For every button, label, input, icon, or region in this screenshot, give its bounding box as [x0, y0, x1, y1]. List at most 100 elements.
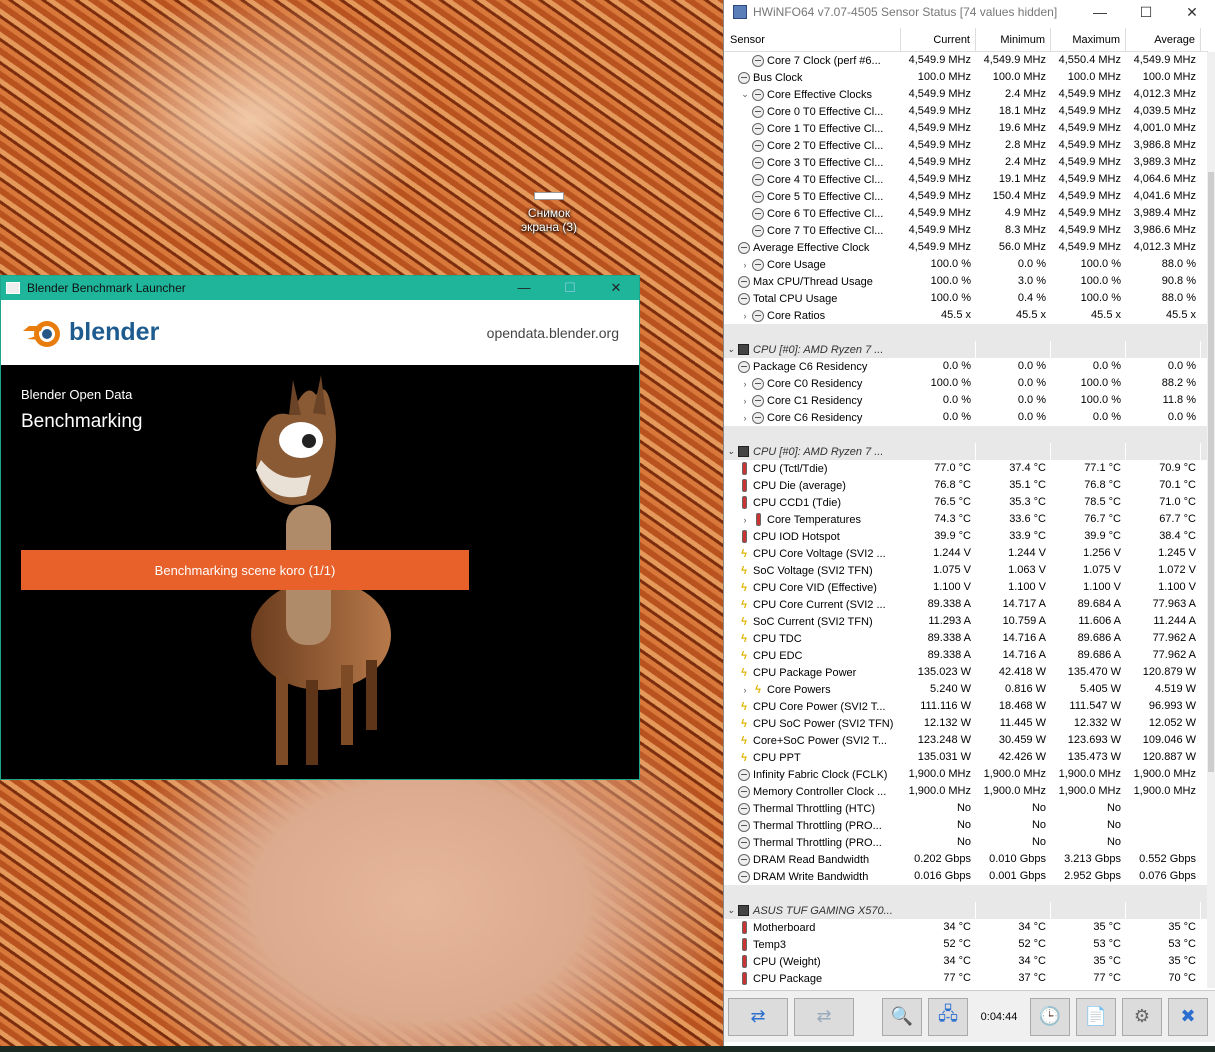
sensor-row[interactable]: Core 1 T0 Effective Cl... 4,549.9 MHz 19.6… [724, 120, 1208, 137]
sensor-row[interactable]: › Core C1 Residency 0.0 % 0.0 % 100.0 % 11.8 … [724, 392, 1208, 409]
sensor-row[interactable]: DRAM Read Bandwidth 0.202 Gbps 0.010 Gbps 3… [724, 851, 1208, 868]
maximum-value: No [1106, 836, 1121, 848]
sensor-row[interactable]: Core 4 T0 Effective Cl... 4,549.9 MHz 19.1… [724, 171, 1208, 188]
sensor-row[interactable]: ϟ CPU Core Power (SVI2 T... 111.116 W 18.46… [724, 698, 1208, 715]
sensor-row[interactable]: › ϟ Core Powers 5.240 W 0.816 W 5.405 W 4.519 … [724, 681, 1208, 698]
minimum-value: 56.0 MHz [998, 241, 1046, 253]
exit-button[interactable]: ✖ [1168, 997, 1208, 1036]
sensor-label: CPU TDC [753, 632, 802, 645]
average-value: 4,012.3 MHz [1133, 241, 1196, 253]
col-minimum[interactable]: Minimum [976, 28, 1051, 51]
add-report-button[interactable]: 📄 [1076, 997, 1116, 1036]
navigate-arrows-alt-button[interactable]: ⇄ [794, 997, 854, 1036]
collapse-icon[interactable]: ⌄ [724, 905, 738, 916]
sensor-row[interactable]: ϟ SoC Current (SVI2 TFN) 11.293 A 10.759 A 1… [724, 613, 1208, 630]
minimize-button[interactable]: — [1077, 4, 1123, 20]
sensor-row[interactable]: ϟ Core+SoC Power (SVI2 T... 123.248 W 30.45… [724, 732, 1208, 749]
maximum-value: No [1106, 819, 1121, 831]
expand-icon[interactable]: › [738, 379, 752, 389]
close-button[interactable]: ✕ [1169, 4, 1215, 21]
blender-benchmark-window: Blender Benchmark Launcher — ☐ ✕ blender… [0, 275, 640, 780]
col-maximum[interactable]: Maximum [1051, 28, 1126, 51]
sensor-row[interactable]: Bus Clock 100.0 MHz 100.0 MHz 100.0 MHz 100.… [724, 69, 1208, 86]
sensor-row[interactable]: CPU (Tctl/Tdie) 77.0 °C 37.4 °C 77.1 °C 70.9… [724, 460, 1208, 477]
sensor-row[interactable]: Core 6 T0 Effective Cl... 4,549.9 MHz 4.9 … [724, 205, 1208, 222]
sensor-row[interactable]: CPU Die (average) 76.8 °C 35.1 °C 76.8 °C 70… [724, 477, 1208, 494]
sensor-row[interactable]: ϟ CPU TDC 89.338 A 14.716 A 89.686 A 77.962 A [724, 630, 1208, 647]
col-sensor[interactable]: Sensor [724, 28, 901, 51]
average-value: 35 °C [1168, 921, 1196, 933]
sensor-group-row[interactable]: ⌄ CPU [#0]: AMD Ryzen 7 ... [724, 443, 1208, 460]
sensor-row[interactable]: ϟ CPU Core Current (SVI2 ... 89.338 A 14.71… [724, 596, 1208, 613]
sensor-row[interactable]: › Core Usage 100.0 % 0.0 % 100.0 % 88.0 % [724, 256, 1208, 273]
expand-icon[interactable]: › [738, 396, 752, 406]
expand-icon[interactable]: › [738, 685, 752, 695]
sensor-label: Core 2 T0 Effective Cl... [767, 139, 884, 152]
sensor-row[interactable]: ϟ CPU SoC Power (SVI2 TFN) 12.132 W 11.445 … [724, 715, 1208, 732]
vertical-scrollbar[interactable] [1207, 52, 1215, 988]
maximum-value: 4,549.9 MHz [1058, 173, 1121, 185]
sensor-row[interactable]: ϟ SoC Voltage (SVI2 TFN) 1.075 V 1.063 V 1.0… [724, 562, 1208, 579]
desktop-screenshot-icon[interactable]: Снимок экрана (3) [512, 190, 586, 234]
settings-button[interactable]: ⚙ [1122, 997, 1162, 1036]
sensor-row[interactable]: CPU (Weight) 34 °C 34 °C 35 °C 35 °C [724, 953, 1208, 970]
sensor-row[interactable]: ϟ CPU Core Voltage (SVI2 ... 1.244 V 1.244 … [724, 545, 1208, 562]
sensor-row[interactable]: ϟ CPU EDC 89.338 A 14.716 A 89.686 A 77.962 A [724, 647, 1208, 664]
sensor-row[interactable]: Package C6 Residency 0.0 % 0.0 % 0.0 % 0.0 % [724, 358, 1208, 375]
sensor-row[interactable]: Core 5 T0 Effective Cl... 4,549.9 MHz 150.… [724, 188, 1208, 205]
maximize-button[interactable]: ☐ [1123, 4, 1169, 21]
sensor-row[interactable]: › Core Ratios 45.5 x 45.5 x 45.5 x 45.5 x [724, 307, 1208, 324]
expand-icon[interactable]: › [738, 260, 752, 270]
sensor-row[interactable]: Infinity Fabric Clock (FCLK) 1,900.0 MHz 1… [724, 766, 1208, 783]
network-button[interactable]: 🖧 [928, 997, 968, 1036]
opendata-link[interactable]: opendata.blender.org [487, 325, 619, 341]
sensor-row[interactable]: Max CPU/Thread Usage 100.0 % 3.0 % 100.0 % 9… [724, 273, 1208, 290]
sensor-row[interactable]: Thermal Throttling (PRO... No No No [724, 817, 1208, 834]
col-average[interactable]: Average [1126, 28, 1201, 51]
sensor-row[interactable]: Core 2 T0 Effective Cl... 4,549.9 MHz 2.8 … [724, 137, 1208, 154]
sensor-row[interactable]: CPU IOD Hotspot 39.9 °C 33.9 °C 39.9 °C 38.4… [724, 528, 1208, 545]
sensor-row[interactable]: ⌄ Core Effective Clocks 4,549.9 MHz 2.4 MHz… [724, 86, 1208, 103]
sensor-row[interactable]: Thermal Throttling (HTC) No No No [724, 800, 1208, 817]
scrollbar-thumb[interactable] [1208, 172, 1214, 772]
collapse-icon[interactable]: ⌄ [724, 344, 738, 355]
sensor-group-row[interactable]: ⌄ CPU [#0]: AMD Ryzen 7 ... [724, 341, 1208, 358]
sensor-row[interactable]: CPU Package 77 °C 37 °C 77 °C 70 °C [724, 970, 1208, 987]
hwinfo-titlebar[interactable]: HWiNFO64 v7.07-4505 Sensor Status [74 va… [724, 0, 1215, 24]
sensor-row[interactable]: CPU CCD1 (Tdie) 76.5 °C 35.3 °C 78.5 °C 71.0… [724, 494, 1208, 511]
sensor-row[interactable]: › Core C6 Residency 0.0 % 0.0 % 0.0 % 0.0 % [724, 409, 1208, 426]
blender-titlebar[interactable]: Blender Benchmark Launcher — ☐ ✕ [1, 276, 639, 300]
navigate-arrows-button[interactable]: ⇄ [728, 997, 788, 1036]
sensor-row[interactable]: Average Effective Clock 4,549.9 MHz 56.0 M… [724, 239, 1208, 256]
minimize-button[interactable]: — [501, 276, 547, 300]
expand-icon[interactable]: › [738, 515, 752, 525]
sensor-group-row[interactable]: ⌄ ASUS TUF GAMING X570... [724, 902, 1208, 919]
sensor-row[interactable]: Core 0 T0 Effective Cl... 4,549.9 MHz 18.1… [724, 103, 1208, 120]
sensor-row[interactable]: Core 7 T0 Effective Cl... 4,549.9 MHz 8.3 … [724, 222, 1208, 239]
sensor-search-button[interactable]: 🔍 [882, 997, 922, 1036]
sensor-row[interactable]: Motherboard 34 °C 34 °C 35 °C 35 °C [724, 919, 1208, 936]
expand-icon[interactable]: › [738, 311, 752, 321]
expand-icon[interactable]: › [738, 413, 752, 423]
sensor-row[interactable]: DRAM Write Bandwidth 0.016 Gbps 0.001 Gbps… [724, 868, 1208, 885]
sensor-row[interactable]: Core 3 T0 Effective Cl... 4,549.9 MHz 2.4 … [724, 154, 1208, 171]
close-button[interactable]: ✕ [593, 276, 639, 300]
sensor-row[interactable]: Total CPU Usage 100.0 % 0.4 % 100.0 % 88.0 % [724, 290, 1208, 307]
sensor-clock-icon [752, 224, 764, 237]
col-current[interactable]: Current [901, 28, 976, 51]
sensor-row[interactable]: ϟ CPU Package Power 135.023 W 42.418 W 135.4… [724, 664, 1208, 681]
collapse-icon[interactable]: ⌄ [724, 446, 738, 457]
sensor-label: Motherboard [753, 921, 816, 934]
sensor-row[interactable]: Memory Controller Clock ... 1,900.0 MHz 1,… [724, 783, 1208, 800]
sensor-row[interactable]: Temp3 52 °C 52 °C 53 °C 53 °C [724, 936, 1208, 953]
sensor-row[interactable]: ϟ CPU Core VID (Effective) 1.100 V 1.100 V 1… [724, 579, 1208, 596]
maximize-button[interactable]: ☐ [547, 276, 593, 300]
clock-reset-button[interactable]: 🕒 [1030, 997, 1070, 1036]
expand-icon[interactable]: ⌄ [738, 89, 752, 100]
sensor-row[interactable]: Thermal Throttling (PRO... No No No [724, 834, 1208, 851]
sensor-row[interactable]: › Core Temperatures 74.3 °C 33.6 °C 76.7 °C 6… [724, 511, 1208, 528]
sensor-row[interactable]: Core 7 Clock (perf #6... 4,549.9 MHz 4,549… [724, 52, 1208, 69]
sensor-row[interactable]: › Core C0 Residency 100.0 % 0.0 % 100.0 % 88.… [724, 375, 1208, 392]
sensor-row[interactable]: ϟ CPU PPT 135.031 W 42.426 W 135.473 W 120.88… [724, 749, 1208, 766]
average-value: 100.0 MHz [1142, 71, 1196, 83]
